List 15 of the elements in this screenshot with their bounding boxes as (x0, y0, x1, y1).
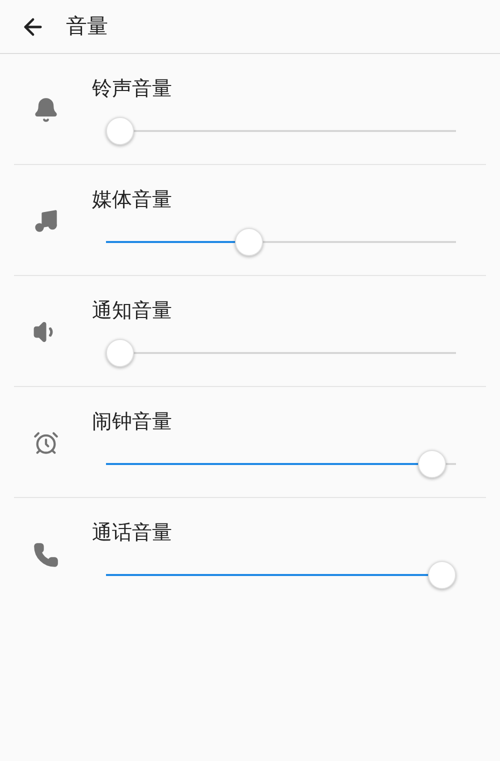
bell-icon (33, 97, 59, 123)
volume-label: 闹钟音量 (92, 408, 173, 435)
slider-thumb[interactable] (234, 228, 263, 256)
volume-label: 通知音量 (92, 297, 173, 324)
slider-thumb[interactable] (428, 561, 456, 589)
phone-icon (33, 542, 59, 568)
volume-label: 铃声音量 (92, 75, 173, 102)
slider-thumb[interactable] (106, 339, 134, 367)
slider-thumb[interactable] (418, 450, 446, 478)
slider-thumb[interactable] (106, 117, 134, 145)
music-note-icon (33, 208, 59, 234)
page-title: 音量 (66, 12, 108, 40)
volume-label: 通话音量 (92, 519, 173, 546)
alarm-clock-icon (33, 430, 59, 456)
volume-label: 媒体音量 (92, 186, 173, 213)
